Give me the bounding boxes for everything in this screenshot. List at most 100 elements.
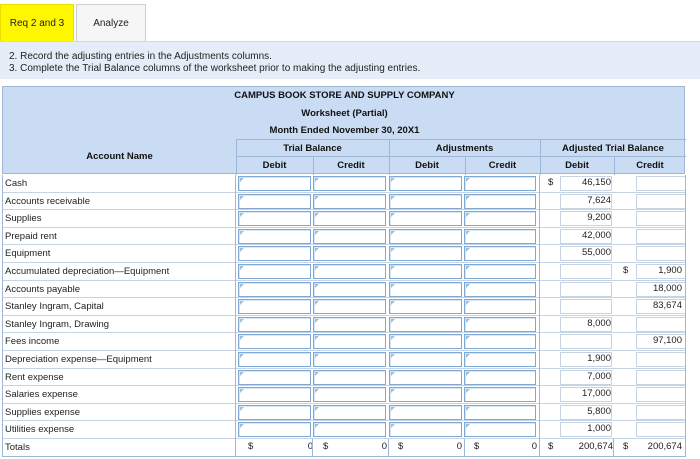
instruction-line-3: 3. Complete the Trial Balance columns of… (9, 63, 421, 74)
adj-credit-input[interactable] (464, 299, 536, 315)
adj-debit-total-currency: $ (398, 441, 404, 452)
tb-credit-input[interactable] (313, 334, 386, 350)
tb-credit-input[interactable] (313, 193, 386, 209)
tab-req-2-and-3[interactable]: Req 2 and 3 (0, 4, 74, 42)
adj-debit-input[interactable] (389, 264, 462, 279)
tb-credit-input[interactable] (313, 352, 386, 367)
adj-credit-input[interactable] (464, 246, 536, 262)
column-divider (312, 439, 313, 456)
adj-debit-input[interactable] (389, 316, 462, 332)
adj-credit-input[interactable] (464, 176, 536, 191)
adj-credit-input[interactable] (464, 316, 536, 332)
account-name: Stanley Ingram, Drawing (5, 318, 110, 330)
atb-debit-value: 17,000 (581, 388, 611, 400)
adj-credit-input[interactable] (464, 334, 536, 350)
adj-credit-input[interactable] (464, 422, 536, 438)
atb-credit-cell (636, 211, 686, 227)
account-name: Fees income (5, 336, 60, 348)
tb-debit-input[interactable] (238, 404, 311, 420)
adj-credit-total-currency: $ (474, 441, 480, 452)
adj-debit-input[interactable] (389, 422, 462, 438)
adj-credit-input[interactable] (464, 264, 536, 279)
atb-debit-cell (560, 264, 612, 279)
adj-credit-total-value: 0 (531, 441, 537, 452)
tb-credit-input[interactable] (313, 404, 386, 420)
adj-credit-input[interactable] (464, 228, 536, 244)
adj-debit-input[interactable] (389, 387, 462, 403)
account-name: Utilities expense (5, 424, 75, 436)
tb-debit-input[interactable] (238, 352, 311, 367)
table-border-left (2, 175, 3, 457)
adj-debit-input[interactable] (389, 334, 462, 350)
adj-debit-header: Debit (415, 160, 439, 171)
tb-credit-input[interactable] (313, 422, 386, 438)
table-row: Fees income 97,100 (2, 333, 686, 351)
atb-debit-cell (560, 334, 612, 350)
table-row: Stanley Ingram, Drawing 8,000 (2, 316, 686, 334)
tb-debit-input[interactable] (238, 228, 311, 244)
tb-credit-total-value: 0 (381, 441, 387, 452)
adj-debit-input[interactable] (389, 352, 462, 367)
adj-debit-input[interactable] (389, 193, 462, 209)
atb-credit-value: 1,900 (658, 265, 682, 276)
adj-credit-input[interactable] (464, 352, 536, 367)
atb-credit-cell (636, 352, 686, 367)
atb-credit-cell (636, 228, 686, 244)
tb-debit-input[interactable] (238, 211, 311, 227)
tb-credit-input[interactable] (313, 369, 386, 385)
column-divider (235, 175, 236, 439)
account-name: Cash (5, 178, 28, 189)
tb-credit-input[interactable] (313, 387, 386, 403)
tb-debit-input[interactable] (238, 387, 311, 403)
adj-debit-input[interactable] (389, 176, 462, 191)
tb-debit-input[interactable] (238, 334, 311, 350)
adj-debit-input[interactable] (389, 228, 462, 244)
tb-debit-input[interactable] (238, 193, 311, 209)
adj-debit-input[interactable] (389, 404, 462, 420)
tab-analyze[interactable]: Analyze (76, 4, 146, 42)
tb-debit-input[interactable] (238, 176, 311, 191)
adj-debit-input[interactable] (389, 211, 462, 227)
tb-credit-input[interactable] (313, 211, 386, 227)
tb-debit-input[interactable] (238, 422, 311, 438)
adj-debit-input[interactable] (389, 369, 462, 385)
trial-balance-header: Trial Balance (283, 143, 342, 154)
tb-debit-input[interactable] (238, 316, 311, 332)
tb-credit-total-currency: $ (323, 441, 329, 452)
atb-credit-cell (636, 316, 686, 332)
tb-credit-input[interactable] (313, 228, 386, 244)
tb-credit-input[interactable] (313, 246, 386, 262)
tb-debit-total-currency: $ (248, 441, 254, 452)
tb-debit-input[interactable] (238, 281, 311, 297)
adj-debit-input[interactable] (389, 281, 462, 297)
tb-credit-input[interactable] (313, 176, 386, 191)
adj-credit-input[interactable] (464, 211, 536, 227)
adj-credit-input[interactable] (464, 404, 536, 420)
adj-credit-input[interactable] (464, 369, 536, 385)
totals-row: Totals $0 $0 $0 $0 $200,674 $200,674 (2, 439, 685, 457)
worksheet-period: Month Ended November 30, 20X1 (269, 125, 420, 136)
account-name: Equipment (5, 248, 51, 260)
account-name: Prepaid rent (5, 230, 57, 242)
atb-credit-total-currency: $ (623, 441, 629, 452)
adj-credit-input[interactable] (464, 387, 536, 403)
tb-debit-input[interactable] (238, 246, 311, 262)
tb-debit-input[interactable] (238, 299, 311, 315)
atb-credit-cell (636, 369, 686, 385)
atb-debit-value: 9,200 (587, 212, 611, 224)
adj-credit-input[interactable] (464, 193, 536, 209)
adj-credit-input[interactable] (464, 281, 536, 297)
tb-credit-input[interactable] (313, 299, 386, 315)
column-divider (464, 439, 465, 456)
tb-credit-input[interactable] (313, 281, 386, 297)
atb-debit-currency: $ (548, 177, 554, 188)
atb-debit-value: 8,000 (587, 317, 611, 329)
adj-debit-input[interactable] (389, 299, 462, 315)
tb-credit-input[interactable] (313, 316, 386, 332)
tb-debit-input[interactable] (238, 264, 311, 279)
tb-credit-input[interactable] (313, 264, 386, 279)
table-row: Utilities expense 1,000 (2, 421, 686, 439)
tb-debit-input[interactable] (238, 369, 311, 385)
atb-debit-value: 1,900 (587, 353, 611, 364)
adj-debit-input[interactable] (389, 246, 462, 262)
